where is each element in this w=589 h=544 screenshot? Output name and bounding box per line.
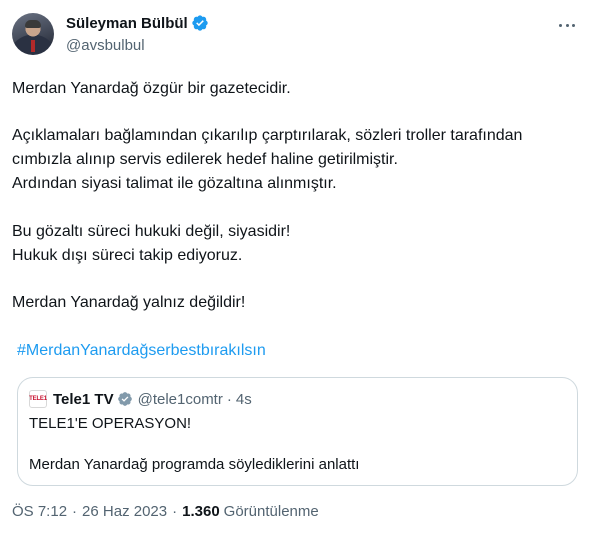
tweet-card: Süleyman Bülbül @avsbulbul Merdan Yanard… <box>0 0 589 544</box>
separator-dot: · <box>172 503 178 520</box>
tweet-text-line: Merdan Yanardağ yalnız değildir! <box>12 294 246 311</box>
separator-dot: · <box>72 503 78 520</box>
tweet-text-line: cımbızla alınıp servis edilerek hedef ha… <box>12 151 398 168</box>
avatar-hair <box>25 20 41 28</box>
avatar-tie <box>31 40 35 52</box>
quoted-timestamp: 4s <box>235 390 252 408</box>
author-handle[interactable]: @avsbulbul <box>66 37 145 54</box>
quoted-avatar-logo: TELE1 <box>29 390 47 408</box>
tweet-header: Süleyman Bülbül @avsbulbul <box>12 13 577 61</box>
author-name[interactable]: Süleyman Bülbül <box>66 15 188 32</box>
quoted-author-name: Tele1 TV <box>53 390 114 408</box>
tweet-time[interactable]: ÖS 7:12 <box>12 503 67 520</box>
quoted-text-line: Merdan Yanardağ programda söylediklerini… <box>29 456 360 473</box>
tweet-meta: ÖS 7:12 · 26 Haz 2023 · 1.360 Görüntülen… <box>12 503 319 520</box>
author-name-row: Süleyman Bülbül <box>66 14 209 32</box>
tweet-text-line: Bu gözaltı süreci hukuki değil, siyasidi… <box>12 223 291 240</box>
more-options-icon[interactable] <box>557 17 577 33</box>
separator-dot: · <box>226 390 232 408</box>
verified-badge-icon <box>192 15 208 31</box>
views-label: Görüntülenme <box>223 503 319 520</box>
quoted-text-line: TELE1'E OPERASYON! <box>29 415 192 432</box>
quoted-tweet-header: TELE1 Tele1 TV @tele1comtr · 4s <box>29 390 252 408</box>
tweet-date[interactable]: 26 Haz 2023 <box>82 503 167 520</box>
quoted-author-handle: @tele1comtr <box>137 390 223 408</box>
tweet-text-line: Hukuk dışı süreci takip ediyoruz. <box>12 247 243 264</box>
tweet-text-line: Açıklamaları bağlamından çıkarılıp çarpt… <box>12 127 523 144</box>
views-count: 1.360 <box>182 503 220 520</box>
hashtag-link[interactable]: #MerdanYanardağserbestbırakılsın <box>17 342 266 360</box>
verified-badge-icon <box>117 392 132 406</box>
tweet-text-line: Ardından siyasi talimat ile gözaltına al… <box>12 175 337 192</box>
avatar[interactable] <box>12 13 54 55</box>
tweet-text-line: Merdan Yanardağ özgür bir gazetecidir. <box>12 80 291 97</box>
quoted-tweet[interactable]: TELE1 Tele1 TV @tele1comtr · 4s TELE1'E … <box>17 377 578 486</box>
